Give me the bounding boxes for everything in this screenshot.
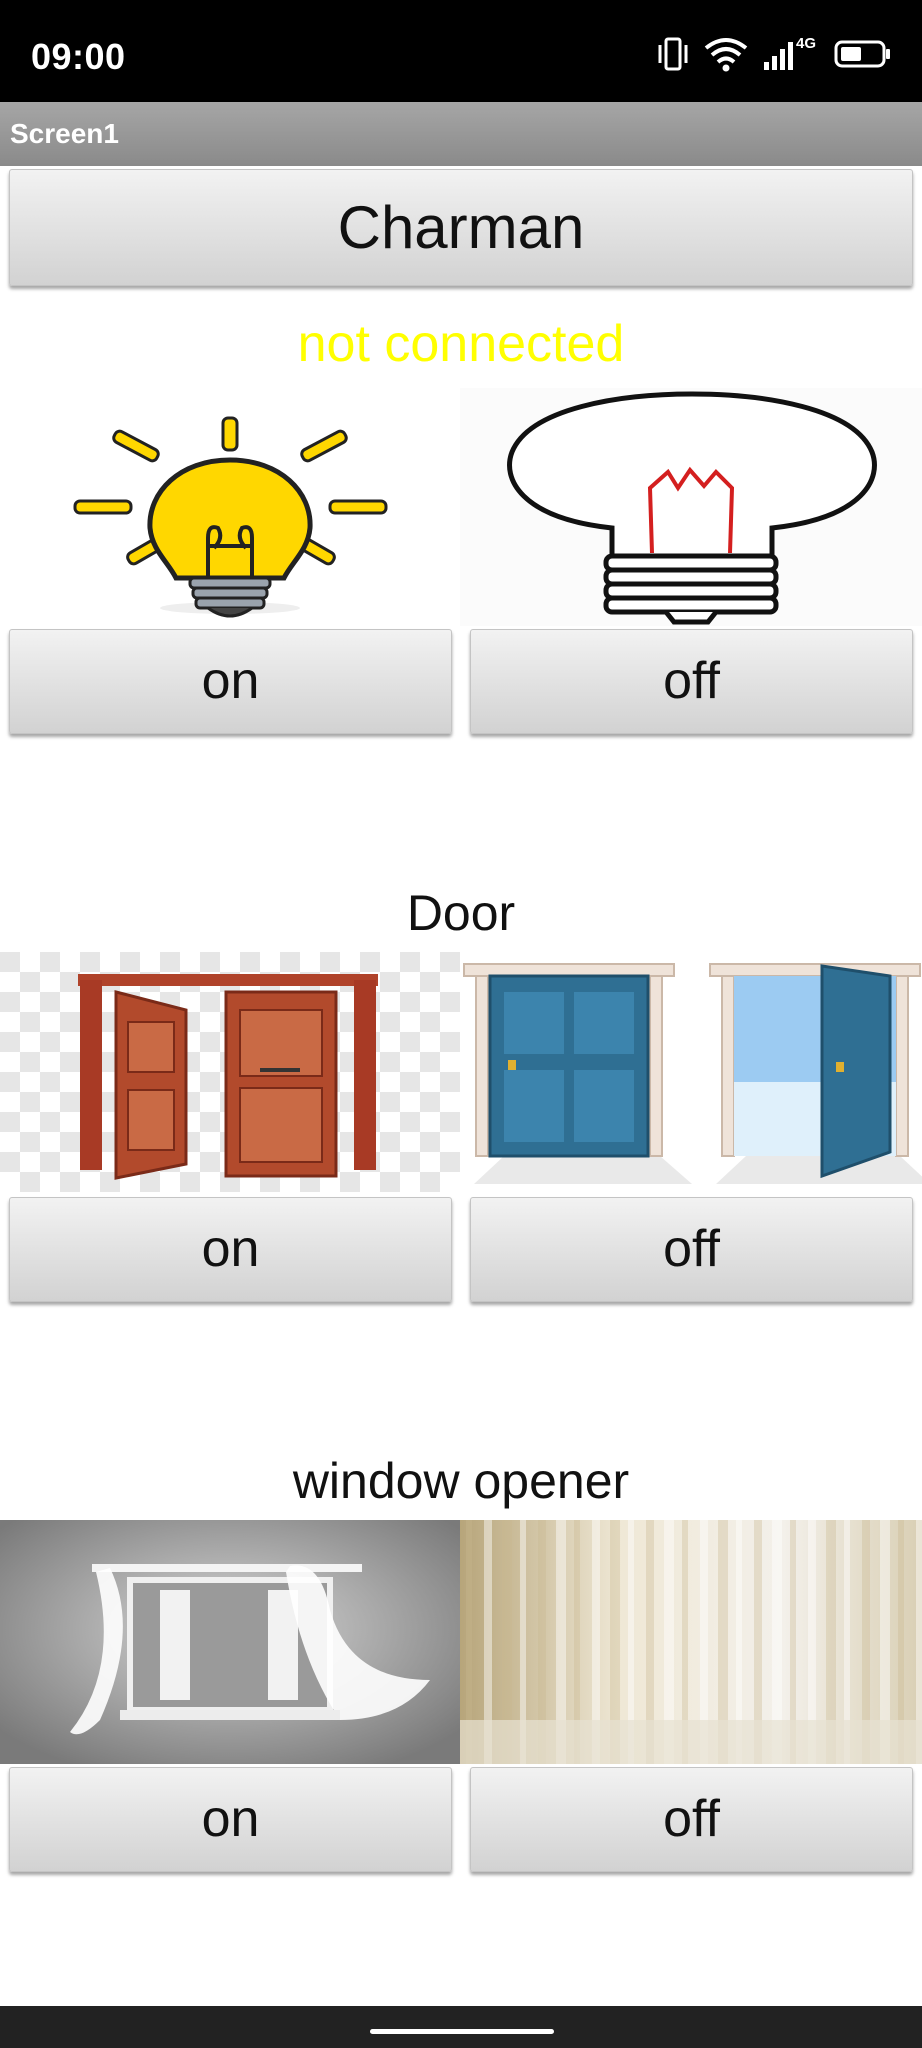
charman-button-label: Charman — [337, 194, 585, 261]
charman-button[interactable]: Charman — [9, 169, 913, 286]
light-off-label: off — [663, 652, 720, 710]
door-off-button[interactable]: off — [470, 1197, 913, 1302]
network-type: 4G — [796, 35, 816, 52]
window-on-button[interactable]: on — [9, 1767, 452, 1872]
vibrate-icon — [658, 37, 688, 71]
door-on-label: on — [201, 1220, 260, 1278]
light-on-button[interactable]: on — [9, 629, 452, 734]
signal-icon: 4G — [764, 35, 816, 70]
light-off-button[interactable]: off — [470, 629, 913, 734]
light-on-label: on — [201, 652, 260, 710]
gesture-nav-bar — [0, 2006, 922, 2048]
wifi-icon — [704, 38, 748, 72]
window-off-label: off — [663, 1790, 720, 1848]
window-section-title: window opener — [292, 1453, 630, 1509]
connection-status: not connected — [297, 315, 625, 373]
battery-icon — [834, 40, 890, 68]
light-on-image — [0, 388, 460, 626]
window-on-label: on — [201, 1790, 260, 1848]
door-off-label: off — [663, 1220, 720, 1278]
status-icons: 4G — [656, 34, 892, 74]
window-on-image — [0, 1520, 460, 1764]
door-on-button[interactable]: on — [9, 1197, 452, 1302]
window-off-button[interactable]: off — [470, 1767, 913, 1872]
door-off-image — [460, 952, 922, 1192]
light-off-image — [460, 388, 922, 626]
door-on-image — [0, 952, 460, 1192]
home-gesture-handle[interactable] — [370, 2029, 554, 2034]
app-title-bar: Screen1 — [0, 102, 922, 166]
status-bar: 09:00 4G — [0, 0, 922, 102]
window-off-image — [460, 1520, 922, 1764]
screen-title: Screen1 — [10, 118, 119, 149]
status-time: 09:00 — [31, 36, 126, 77]
door-section-title: Door — [406, 885, 516, 941]
